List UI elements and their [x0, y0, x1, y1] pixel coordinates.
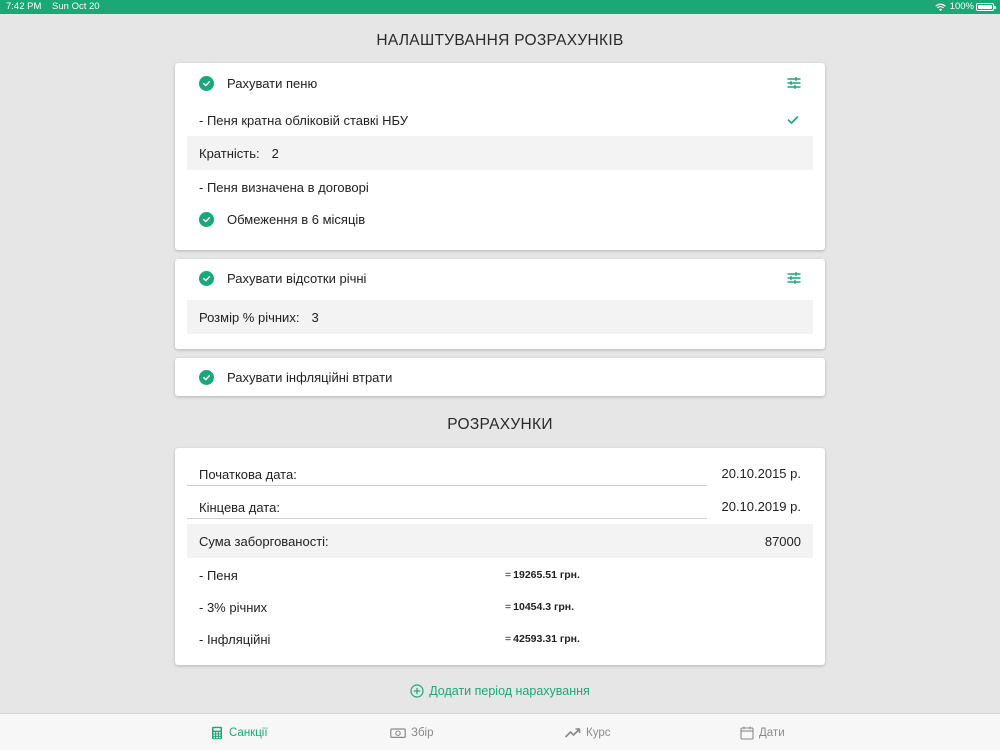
calendar-icon	[740, 726, 754, 740]
tab-sanctions-label: Санкції	[229, 726, 268, 739]
add-period-button[interactable]: Додати період нарахування	[0, 684, 1000, 698]
inflation-label: Рахувати інфляційні втрати	[227, 369, 393, 385]
calculations-card: Початкова дата: 20.10.2015 р. Кінцева да…	[175, 448, 825, 665]
tab-fee[interactable]: Збір	[390, 714, 433, 750]
tab-rate-label: Курс	[586, 726, 611, 739]
result-row: - Інфляційні = 42593.31 грн.	[187, 622, 813, 656]
tab-dates-label: Дати	[759, 726, 785, 739]
wifi-icon	[935, 3, 946, 11]
tab-fee-label: Збір	[411, 726, 434, 739]
result-label: - 3% річних	[199, 599, 268, 615]
interest-label: Рахувати відсотки річні	[227, 270, 367, 286]
multiplicity-value[interactable]: 2	[272, 146, 279, 161]
start-date-label: Початкова дата:	[187, 466, 707, 486]
multiplicity-label: Кратність:	[199, 145, 260, 161]
multiplicity-row[interactable]: Кратність: 2	[187, 136, 813, 170]
contract-option-label: - Пеня визначена в договорі	[199, 179, 369, 195]
check-circle-icon[interactable]	[199, 270, 214, 286]
add-circle-icon	[410, 684, 424, 698]
interest-toggle-row[interactable]: Рахувати відсотки річні	[187, 261, 813, 295]
tab-dates[interactable]: Дати	[740, 714, 785, 750]
result-amount: 10454.3 грн.	[513, 601, 575, 613]
status-time: 7:42 PM	[6, 1, 42, 12]
start-date-value[interactable]: 20.10.2015 р.	[721, 466, 801, 481]
rate-value[interactable]: 3	[311, 310, 318, 325]
settings-title: НАЛАШТУВАННЯ РОЗРАХУНКІВ	[376, 32, 624, 49]
tune-icon[interactable]	[787, 77, 801, 89]
result-label: - Інфляційні	[199, 631, 271, 647]
result-amount: 42593.31 грн.	[513, 633, 580, 645]
tab-bar: Санкції Збір Курс Дати	[0, 713, 1000, 750]
tab-rate[interactable]: Курс	[564, 714, 610, 750]
calculations-title: РОЗРАХУНКИ	[447, 416, 553, 433]
rate-row[interactable]: Розмір % річних: 3	[187, 300, 813, 334]
tune-icon[interactable]	[787, 272, 801, 284]
result-row: - 3% річних = 10454.3 грн.	[187, 590, 813, 624]
debt-value[interactable]: 87000	[765, 534, 801, 549]
limit-label: Обмеження в 6 місяців	[227, 211, 366, 227]
check-circle-icon[interactable]	[199, 75, 214, 91]
rate-label: Розмір % річних:	[199, 309, 300, 325]
battery-percent: 100%	[949, 1, 974, 12]
equals-sign: =	[505, 633, 512, 645]
limit-toggle-row[interactable]: Обмеження в 6 місяців	[187, 202, 813, 236]
cash-icon	[390, 727, 406, 738]
nbu-option-label: - Пеня кратна обліковій ставкі НБУ	[199, 112, 408, 128]
nbu-option-row[interactable]: - Пеня кратна обліковій ставкі НБУ	[187, 103, 813, 137]
debt-row[interactable]: Сума заборгованості: 87000	[187, 524, 813, 558]
calculator-icon	[212, 726, 222, 739]
tab-sanctions[interactable]: Санкції	[210, 714, 268, 750]
end-date-label: Кінцева дата:	[187, 499, 707, 519]
debt-label: Сума заборгованості:	[199, 533, 329, 549]
contract-option-row[interactable]: - Пеня визначена в договорі	[187, 170, 813, 204]
result-label: - Пеня	[199, 567, 238, 583]
penalty-card: Рахувати пеню - Пеня кратна обліковій ст…	[175, 63, 825, 250]
check-circle-icon[interactable]	[199, 369, 214, 385]
result-row: - Пеня = 19265.51 грн.	[187, 558, 813, 592]
status-date: Sun Oct 20	[52, 1, 100, 12]
start-date-row[interactable]: Початкова дата: 20.10.2015 р.	[187, 456, 813, 490]
penalty-label: Рахувати пеню	[227, 75, 318, 91]
result-amount: 19265.51 грн.	[513, 569, 580, 581]
battery-icon	[976, 3, 996, 11]
equals-sign: =	[505, 601, 512, 613]
end-date-row[interactable]: Кінцева дата: 20.10.2019 р.	[187, 489, 813, 523]
end-date-value[interactable]: 20.10.2019 р.	[721, 499, 801, 514]
status-bar: 7:42 PM Sun Oct 20 100%	[0, 0, 1000, 14]
inflation-card: Рахувати інфляційні втрати	[175, 358, 825, 396]
inflation-toggle-row[interactable]: Рахувати інфляційні втрати	[187, 360, 813, 394]
check-circle-icon[interactable]	[199, 211, 214, 227]
penalty-toggle-row[interactable]: Рахувати пеню	[187, 66, 813, 100]
checkmark-icon	[787, 116, 799, 124]
trending-up-icon	[564, 727, 581, 738]
add-period-label: Додати період нарахування	[429, 684, 590, 698]
interest-card: Рахувати відсотки річні Розмір % річних:…	[175, 259, 825, 349]
equals-sign: =	[505, 569, 512, 581]
